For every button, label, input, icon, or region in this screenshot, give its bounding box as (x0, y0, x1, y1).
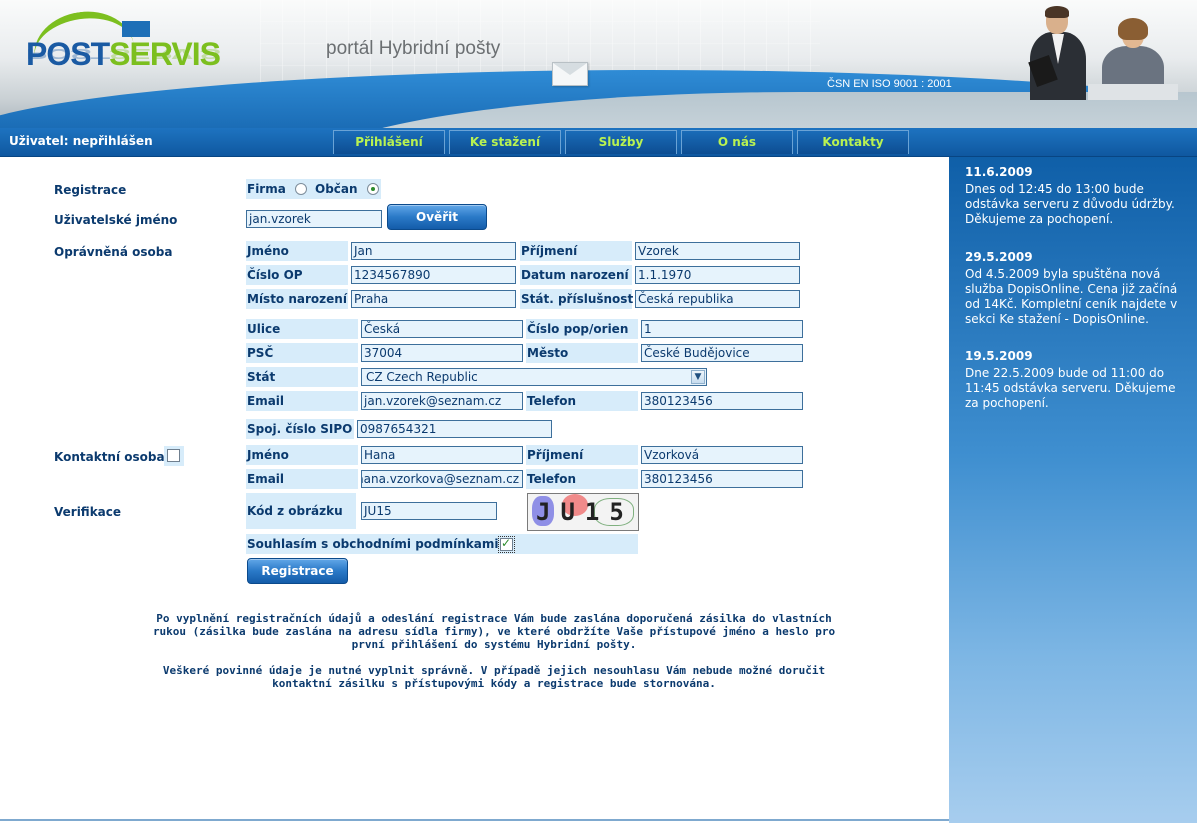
footer-divider (0, 819, 949, 821)
k-prijmeni-input[interactable]: Vzorková (641, 446, 803, 464)
nav-item-ke-stazeni[interactable]: Ke stažení (449, 130, 561, 154)
nav-item-kontakty[interactable]: Kontakty (797, 130, 909, 154)
portal-title: portál Hybridní pošty (326, 38, 501, 59)
k-telefon-input[interactable]: 380123456 (641, 470, 803, 488)
news-date: 29.5.2009 (965, 250, 1033, 264)
captcha-input[interactable]: JU15 (361, 502, 497, 520)
news-item: 19.5.2009 Dne 22.5.2009 bude od 11:00 do… (965, 349, 1191, 411)
news-text: Dnes od 12:45 do 13:00 bude odstávka ser… (965, 182, 1175, 226)
prijmeni-label-cell: Příjmení (520, 241, 632, 261)
nav-item-prihlaseni[interactable]: Přihlášení (333, 130, 445, 154)
username-label: Uživatelské jméno (54, 213, 178, 227)
k-prijmeni-label-cell: Příjmení (526, 445, 638, 465)
nav-item-sluzby[interactable]: Služby (565, 130, 677, 154)
k-telefon-label-cell: Telefon (526, 469, 638, 489)
stat-prislusnost-label-cell: Stát. příslušnost (520, 289, 633, 309)
mail-envelope-icon (552, 62, 588, 86)
k-email-input[interactable]: hana.vzorkova@seznam.cz (361, 470, 523, 488)
datum-narozeni-label-cell: Datum narození (520, 265, 632, 285)
captcha-image: JU15 (527, 493, 639, 531)
kontaktni-osoba-label: Kontaktní osoba (54, 450, 165, 464)
news-date: 11.6.2009 (965, 165, 1033, 179)
logo-reflection: POSTSERVIS (26, 45, 220, 62)
cislo-pop-input[interactable]: 1 (641, 320, 803, 338)
news-text: Dne 22.5.2009 bude od 11:00 do 11:45 ods… (965, 366, 1176, 410)
username-input[interactable]: jan.vzorek (246, 210, 382, 228)
stat-select[interactable]: CZ Czech Republic ▼ (361, 368, 707, 386)
sipo-label-cell: Spoj. číslo SIPO (246, 419, 354, 439)
email-label-cell: Email (246, 391, 358, 411)
info-paragraph-2: Veškeré povinné údaje je nutné vyplnit s… (162, 664, 826, 690)
news-sidebar: 11.6.2009 Dnes od 12:45 do 13:00 bude od… (949, 157, 1197, 823)
news-item: 29.5.2009 Od 4.5.2009 byla spuštěna nová… (965, 250, 1191, 327)
jmeno-input[interactable]: Jan (351, 242, 516, 260)
psc-label-cell: PSČ (246, 343, 358, 363)
page-header: POSTSERVIS POSTSERVIS portál Hybridní po… (0, 0, 1197, 128)
mesto-label-cell: Město (526, 343, 638, 363)
chevron-down-icon[interactable]: ▼ (691, 370, 705, 384)
jmeno-label-cell: Jméno (246, 241, 348, 261)
registrace-submit-button[interactable]: Registrace (247, 558, 348, 584)
postservis-logo[interactable]: POSTSERVIS POSTSERVIS (26, 5, 221, 92)
iso-certification: ČSN EN ISO 9001 : 2001 (827, 78, 952, 90)
info-paragraph-1: Po vyplnění registračních údajů a odeslá… (152, 612, 836, 651)
cislo-op-label-cell: Číslo OP (246, 265, 348, 285)
header-photo-people (1000, 0, 1197, 100)
kod-label-cell: Kód z obrázku (246, 493, 356, 529)
k-email-label-cell: Email (246, 469, 358, 489)
souhlas-cell: Souhlasím s obchodními podmínkami (246, 534, 638, 554)
user-status: Uživatel: nepřihlášen (9, 134, 153, 148)
datum-narozeni-input[interactable]: 1.1.1970 (635, 266, 800, 284)
psc-input[interactable]: 37004 (361, 344, 523, 362)
cislo-op-input[interactable]: 1234567890 (351, 266, 516, 284)
nav-item-o-nas[interactable]: O nás (681, 130, 793, 154)
registrace-label: Registrace (54, 183, 127, 197)
stat-prislusnost-input[interactable]: Česká republika (635, 290, 800, 308)
misto-narozeni-input[interactable]: Praha (351, 290, 516, 308)
businesswoman-illustration (1088, 18, 1178, 100)
prijmeni-input[interactable]: Vzorek (635, 242, 800, 260)
ulice-input[interactable]: Česká (361, 320, 523, 338)
verify-button[interactable]: Ověřit (387, 204, 487, 230)
ulice-label-cell: Ulice (246, 319, 358, 339)
k-jmeno-input[interactable]: Hana (361, 446, 523, 464)
news-text: Od 4.5.2009 byla spuštěna nová služba Do… (965, 267, 1178, 326)
sipo-input[interactable]: 0987654321 (357, 420, 552, 438)
telefon-input[interactable]: 380123456 (641, 392, 803, 410)
email-input[interactable]: jan.vzorek@seznam.cz (361, 392, 523, 410)
news-date: 19.5.2009 (965, 349, 1033, 363)
registration-type-cell: Firma Občan (246, 179, 381, 199)
obcan-label: Občan (315, 182, 358, 196)
cislo-pop-label-cell: Číslo pop/orien (526, 319, 638, 339)
misto-narozeni-label-cell: Místo narození (246, 289, 348, 309)
telefon-label-cell: Telefon (526, 391, 638, 411)
opravnena-osoba-label: Oprávněná osoba (54, 245, 173, 259)
stat-select-value: CZ Czech Republic (366, 370, 478, 384)
verifikace-label: Verifikace (54, 505, 122, 519)
kontaktni-osoba-checkbox[interactable] (167, 449, 180, 462)
souhlas-checkbox[interactable] (498, 536, 515, 553)
main-navigation: Uživatel: nepřihlášen Přihlášení Ke staž… (0, 128, 1197, 157)
captcha-text: JU15 (536, 498, 634, 526)
firma-label: Firma (247, 182, 286, 196)
stat-label-cell: Stát (246, 367, 358, 387)
news-item: 11.6.2009 Dnes od 12:45 do 13:00 bude od… (965, 165, 1191, 227)
firma-radio[interactable] (295, 183, 307, 195)
logo-envelope-icon (122, 21, 150, 37)
businessman-illustration (1028, 2, 1086, 100)
obcan-radio[interactable] (367, 183, 379, 195)
registration-info: Po vyplnění registračních údajů a odeslá… (124, 612, 864, 703)
mesto-input[interactable]: České Budějovice (641, 344, 803, 362)
k-jmeno-label-cell: Jméno (246, 445, 358, 465)
